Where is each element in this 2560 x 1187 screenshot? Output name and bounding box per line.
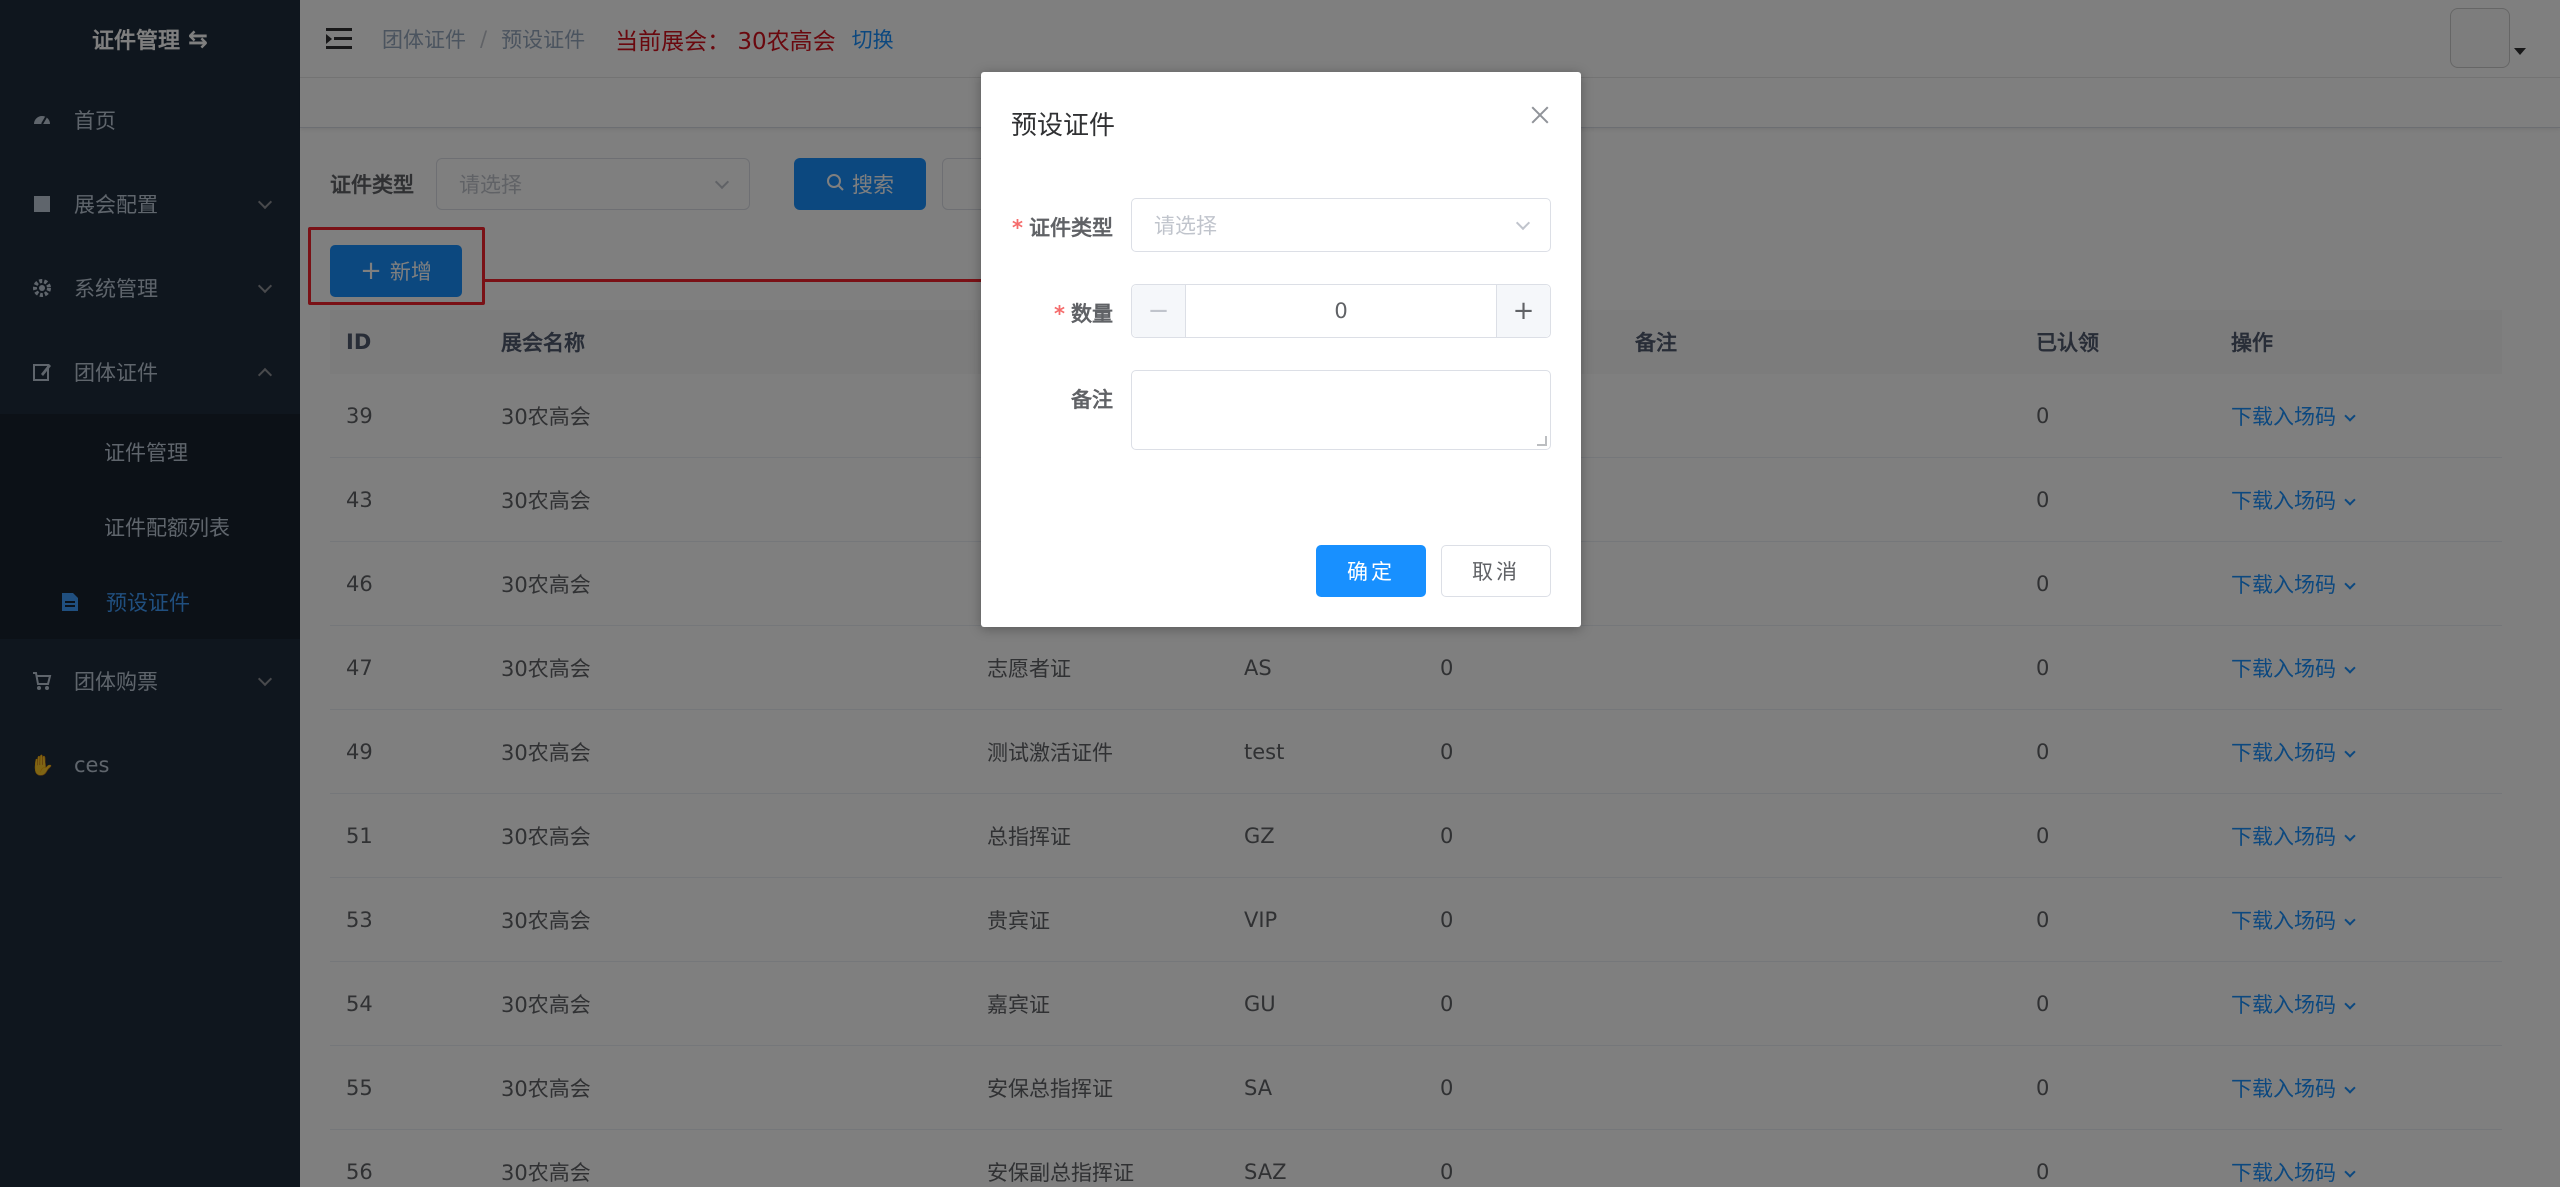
decrease-button[interactable]: − bbox=[1132, 285, 1186, 337]
close-icon[interactable] bbox=[1529, 104, 1551, 126]
select-placeholder: 请选择 bbox=[1154, 214, 1217, 238]
cancel-button[interactable]: 取消 bbox=[1441, 545, 1551, 597]
increase-button[interactable]: + bbox=[1496, 285, 1550, 337]
required-mark: * bbox=[1012, 216, 1023, 240]
required-mark: * bbox=[1054, 302, 1065, 326]
cert-type-select[interactable]: 请选择 bbox=[1131, 198, 1551, 252]
form-label-text: 数量 bbox=[1071, 302, 1113, 326]
remark-textarea[interactable] bbox=[1131, 370, 1551, 450]
confirm-button[interactable]: 确定 bbox=[1316, 545, 1426, 597]
form-label-remark: 备注 bbox=[1071, 384, 1113, 414]
quantity-stepper: − 0 + bbox=[1131, 284, 1551, 338]
form-label-text: 备注 bbox=[1071, 388, 1113, 412]
quantity-input[interactable]: 0 bbox=[1186, 285, 1496, 337]
preset-cert-dialog: 预设证件 * 证件类型 请选择 * 数量 − 0 + 备注 确定 取消 bbox=[981, 72, 1581, 627]
form-label-cert-type: * 证件类型 bbox=[1012, 212, 1113, 242]
resize-grip-icon[interactable] bbox=[1537, 436, 1547, 446]
form-label-quantity: * 数量 bbox=[1054, 298, 1113, 328]
chevron-down-icon bbox=[1515, 215, 1531, 231]
form-label-text: 证件类型 bbox=[1029, 216, 1113, 240]
dialog-title: 预设证件 bbox=[1011, 111, 1116, 141]
